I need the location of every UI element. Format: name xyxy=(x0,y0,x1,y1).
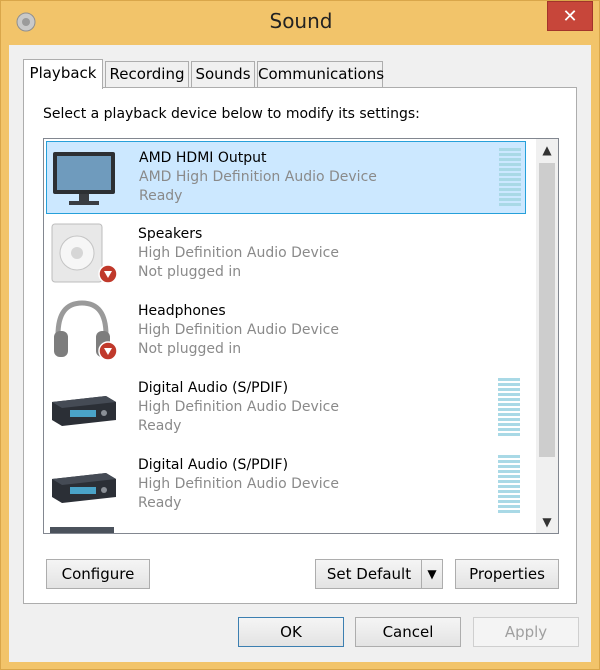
device-name: Headphones xyxy=(138,303,226,319)
device-list-item[interactable]: Headphones High Definition Audio Device … xyxy=(46,295,526,368)
device-list-item[interactable]: Digital Audio (S/PDIF) High Definition A… xyxy=(46,372,526,445)
title-bar[interactable]: Sound ✕ xyxy=(1,1,600,45)
device-name: Digital Audio (S/PDIF) xyxy=(138,380,289,396)
device-status: Ready xyxy=(138,418,182,434)
device-status: Ready xyxy=(139,188,183,204)
receiver-icon xyxy=(52,396,116,426)
receiver-icon xyxy=(52,473,116,503)
ok-button[interactable]: OK xyxy=(238,617,344,647)
device-name: AMD HDMI Output xyxy=(139,150,267,166)
device-description: High Definition Audio Device xyxy=(138,399,339,415)
device-list-item[interactable]: AMD HDMI Output AMD High Definition Audi… xyxy=(46,141,526,214)
device-list-item-partial[interactable] xyxy=(46,526,526,533)
tab-recording[interactable]: Recording xyxy=(105,61,189,87)
vertical-scrollbar[interactable]: ▲ ▼ xyxy=(536,139,558,533)
playback-panel: Select a playback device below to modify… xyxy=(23,87,577,604)
close-icon: ✕ xyxy=(562,6,578,27)
close-button[interactable]: ✕ xyxy=(547,1,593,31)
scroll-down-arrow-icon[interactable]: ▼ xyxy=(536,511,558,533)
monitor-icon xyxy=(53,152,115,205)
configure-button[interactable]: Configure xyxy=(46,559,150,589)
properties-button[interactable]: Properties xyxy=(455,559,559,589)
set-default-label: Set Default xyxy=(326,565,412,583)
device-list-item[interactable]: Speakers High Definition Audio Device No… xyxy=(46,218,526,291)
scroll-up-arrow-icon[interactable]: ▲ xyxy=(536,139,558,161)
receiver-icon xyxy=(50,527,114,533)
tab-sounds[interactable]: Sounds xyxy=(191,61,255,87)
down-arrow-badge-icon xyxy=(98,264,118,284)
device-list-item[interactable]: Digital Audio (S/PDIF) High Definition A… xyxy=(46,449,526,522)
device-description: High Definition Audio Device xyxy=(138,322,339,338)
tab-communications[interactable]: Communications xyxy=(257,61,384,87)
device-name: Speakers xyxy=(138,226,203,242)
sound-dialog-window: Sound ✕ Playback Recording Sounds Commun… xyxy=(0,0,600,670)
level-meter-icon xyxy=(499,148,521,206)
scrollbar-thumb[interactable] xyxy=(539,163,555,457)
playback-device-list[interactable]: AMD HDMI Output AMD High Definition Audi… xyxy=(43,138,559,534)
level-meter-icon xyxy=(498,455,520,513)
device-description: High Definition Audio Device xyxy=(138,476,339,492)
device-description: High Definition Audio Device xyxy=(138,245,339,261)
device-description: AMD High Definition Audio Device xyxy=(139,169,377,185)
cancel-button[interactable]: Cancel xyxy=(355,617,461,647)
headphones-icon xyxy=(54,300,118,361)
window-title: Sound xyxy=(269,9,333,33)
device-name: Digital Audio (S/PDIF) xyxy=(138,457,289,473)
instruction-text: Select a playback device below to modify… xyxy=(43,106,420,122)
apply-button[interactable]: Apply xyxy=(473,617,579,647)
dialog-client-area: Playback Recording Sounds Communications… xyxy=(9,45,591,662)
device-status: Ready xyxy=(138,495,182,511)
down-arrow-badge-icon xyxy=(98,341,118,361)
device-status: Not plugged in xyxy=(138,341,242,357)
set-default-button[interactable]: Set Default ▼ xyxy=(315,559,443,589)
tab-playback[interactable]: Playback xyxy=(23,59,103,89)
device-status: Not plugged in xyxy=(138,264,242,280)
speaker-icon xyxy=(51,223,118,284)
level-meter-icon xyxy=(498,378,520,436)
chevron-down-icon[interactable]: ▼ xyxy=(421,560,442,588)
